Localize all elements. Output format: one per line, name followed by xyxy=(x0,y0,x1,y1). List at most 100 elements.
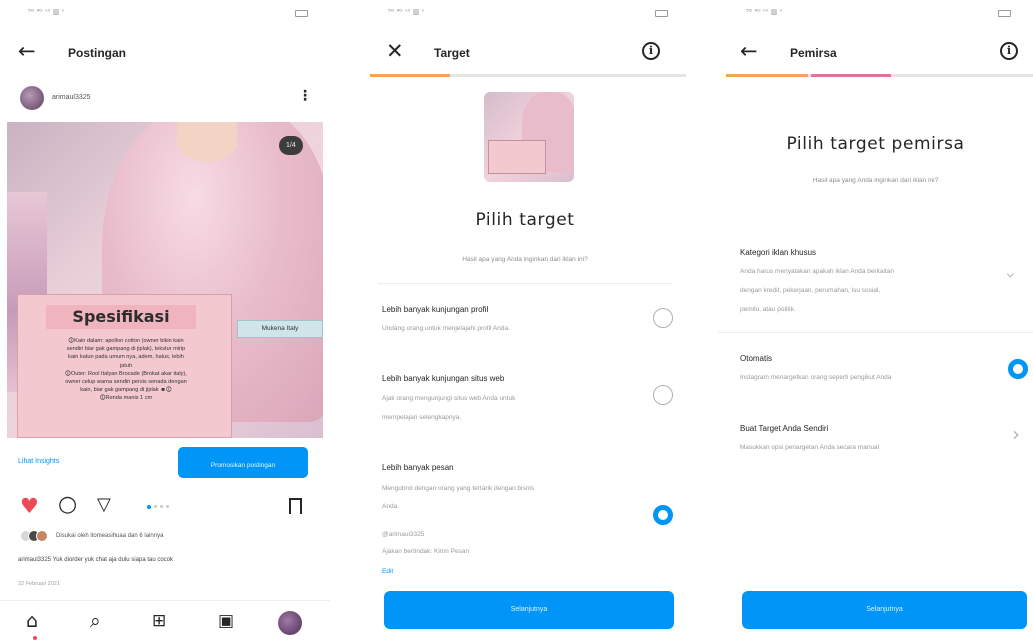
progress-segment-2 xyxy=(811,74,891,77)
option-title: Otomatis xyxy=(740,354,773,363)
info-icon[interactable]: i xyxy=(642,42,660,60)
message-account: @arimaul3325 xyxy=(382,531,425,538)
option-desc: Ajak orang mengunjungi situs web Anda un… xyxy=(382,395,516,402)
avatar[interactable] xyxy=(20,86,44,110)
image-counter-badge: 1/4 xyxy=(279,136,303,155)
divider xyxy=(378,283,672,284)
spec-line: jatuh xyxy=(119,362,133,369)
option-create-own[interactable]: Buat Target Anda Sendiri Masukkan opsi p… xyxy=(718,418,1033,460)
save-icon[interactable] xyxy=(289,498,302,514)
chevron-down-icon[interactable]: › xyxy=(1002,272,1021,278)
page-heading: Pilih target xyxy=(475,210,575,230)
option-profile-visits[interactable]: Lebih banyak kunjungan profil Undang ora… xyxy=(360,295,690,355)
status-bar: ⁵ᴳ ⁴ᴳ ⁿⁿ ▥ ⁿ xyxy=(378,8,672,20)
home-icon[interactable]: ⌂ xyxy=(26,612,38,631)
more-options-icon[interactable]: ⋮ xyxy=(298,88,312,104)
option-desc: Undang orang untuk menjelajahi profil An… xyxy=(382,325,510,332)
spec-line: kain katun pada umum nya, adem, halus, l… xyxy=(68,354,184,361)
edit-link[interactable]: Edit xyxy=(382,568,393,575)
side-label: Mukena Italy xyxy=(237,320,323,338)
page-subheading: Hasil apa yang Anda inginkan dari iklan … xyxy=(462,256,588,263)
progress-bar xyxy=(726,74,1033,77)
info-icon[interactable]: i xyxy=(1000,42,1018,60)
post-screen: ⁵ᴳ ⁴ᴳ ⁿⁿ ▥ ⁿ ← Postingan arimaul3325 ⋮ 1… xyxy=(0,0,330,642)
back-icon[interactable]: ← xyxy=(740,40,758,62)
search-icon[interactable]: ⌕ xyxy=(90,612,101,631)
option-radio-selected[interactable] xyxy=(1008,359,1028,379)
header: ← Postingan xyxy=(0,36,330,68)
target-screen: ⁵ᴳ ⁴ᴳ ⁿⁿ ▥ ⁿ ✕ Target i Pilih target Has… xyxy=(360,0,690,642)
option-desc: Mengobrol dengan orang yang tertarik den… xyxy=(382,485,535,492)
post-image[interactable]: 1/4 Spesifikasi 🛈Kain dalam: apollon cot… xyxy=(7,122,323,438)
comment-icon[interactable]: ○ xyxy=(58,492,77,517)
signal-icons: ⁵ᴳ ⁴ᴳ ⁿⁿ ▥ ⁿ xyxy=(746,8,783,16)
next-button[interactable]: Selanjutnya xyxy=(384,591,674,629)
spec-line: 🛈Kain dalam: apollon cotton (owner bikin… xyxy=(68,338,184,344)
option-radio[interactable] xyxy=(653,308,673,328)
spec-text: 🛈Kain dalam: apollon cotton (owner bikin… xyxy=(26,337,226,403)
option-title: Buat Target Anda Sendiri xyxy=(740,424,829,433)
status-bar: ⁵ᴳ ⁴ᴳ ⁿⁿ ▥ ⁿ xyxy=(18,8,312,20)
add-post-icon[interactable]: ⊞ xyxy=(152,612,166,630)
promote-button-label: Promosikan postingan xyxy=(210,462,276,469)
category-title: Kategori iklan khusus xyxy=(740,248,817,257)
header: ← Pemirsa i xyxy=(718,36,1033,68)
option-radio-selected[interactable] xyxy=(653,505,673,525)
option-automatic[interactable]: Otomatis Instagram menargetkan orang sep… xyxy=(718,348,1033,390)
insights-link[interactable]: Lihat Insights xyxy=(18,458,59,465)
carousel-dot xyxy=(154,505,157,508)
page-heading: Pilih target pemirsa xyxy=(786,134,965,154)
option-desc: mempelajari selengkapnya. xyxy=(382,414,462,421)
option-website-visits[interactable]: Lebih banyak kunjungan situs web Ajak or… xyxy=(360,365,690,435)
carousel-dot xyxy=(166,505,169,508)
likes-text[interactable]: Disukai oleh itomeasihuaa dan 6 lainnya xyxy=(56,533,163,539)
close-icon[interactable]: ✕ xyxy=(386,40,404,62)
promote-button[interactable]: Promosikan postingan xyxy=(178,447,308,478)
signal-icons: ⁵ᴳ ⁴ᴳ ⁿⁿ ▥ ⁿ xyxy=(28,8,65,16)
caption-user[interactable]: arimaul3325 xyxy=(18,557,51,563)
category-desc: pemilu, atau politik. xyxy=(740,306,796,313)
caption: arimaul3325 Yuk diorder yuk chat aja dul… xyxy=(18,557,173,563)
signal-icons: ⁵ᴳ ⁴ᴳ ⁿⁿ ▥ ⁿ xyxy=(388,8,425,16)
option-more-messages[interactable]: Lebih banyak pesan Mengobrol dengan oran… xyxy=(360,455,690,580)
back-icon[interactable]: ← xyxy=(18,40,36,62)
status-bar: ⁵ᴳ ⁴ᴳ ⁿⁿ ▥ ⁿ xyxy=(736,8,1015,20)
next-button-label: Selanjutnya xyxy=(510,606,548,613)
message-cta-label: Ajakan bertindak: Kirim Pesan xyxy=(382,548,470,555)
heart-icon[interactable]: ♥ xyxy=(20,494,39,518)
option-radio[interactable] xyxy=(653,385,673,405)
page-title: Pemirsa xyxy=(790,46,837,60)
share-icon[interactable]: ▽ xyxy=(97,494,111,515)
next-button[interactable]: Selanjutnya xyxy=(742,591,1027,629)
special-ad-category[interactable]: Kategori iklan khusus Anda harus menyata… xyxy=(718,240,1033,332)
spec-card: Spesifikasi 🛈Kain dalam: apollon cotton … xyxy=(17,294,232,438)
progress-bar xyxy=(370,74,686,77)
battery-icon xyxy=(998,10,1011,17)
battery-icon xyxy=(295,10,308,17)
thumb-card xyxy=(488,140,546,174)
spec-line: owner celup warna sendiri persis senada … xyxy=(65,379,187,386)
reels-icon[interactable]: ▣ xyxy=(218,612,234,630)
carousel-dot xyxy=(160,505,163,508)
post-date: 22 Februari 2021 xyxy=(18,581,60,587)
header: ✕ Target i xyxy=(360,36,690,68)
progress-segment-1 xyxy=(370,74,450,77)
post-username[interactable]: arimaul3325 xyxy=(52,94,91,101)
chevron-right-icon[interactable]: › xyxy=(1012,422,1020,446)
option-title: Lebih banyak kunjungan situs web xyxy=(382,374,505,383)
spec-line: kain, biar gak gampang di jiplak ☻🛈 xyxy=(80,387,172,394)
option-title: Lebih banyak pesan xyxy=(382,463,454,472)
option-title: Lebih banyak kunjungan profil xyxy=(382,305,489,314)
option-desc: Masukkan opsi penargetan Anda secara man… xyxy=(740,444,880,451)
spec-line: sendiri biar gak gampang di jiplak), tek… xyxy=(66,346,186,353)
page-subheading: Hasil apa yang Anda inginkan dari iklan … xyxy=(812,177,939,184)
caption-text: Yuk diorder yuk chat aja dulu siapa tau … xyxy=(52,557,174,563)
divider xyxy=(718,332,1033,333)
post-thumbnail xyxy=(484,92,574,182)
profile-avatar[interactable] xyxy=(278,611,302,635)
carousel-dots xyxy=(147,505,187,509)
face-shape xyxy=(177,122,237,162)
category-desc: Anda harus menyatakan apakah iklan Anda … xyxy=(740,268,894,275)
spec-title: Spesifikasi xyxy=(72,307,170,326)
option-desc: Instagram menargetkan orang seperti peng… xyxy=(740,374,892,381)
